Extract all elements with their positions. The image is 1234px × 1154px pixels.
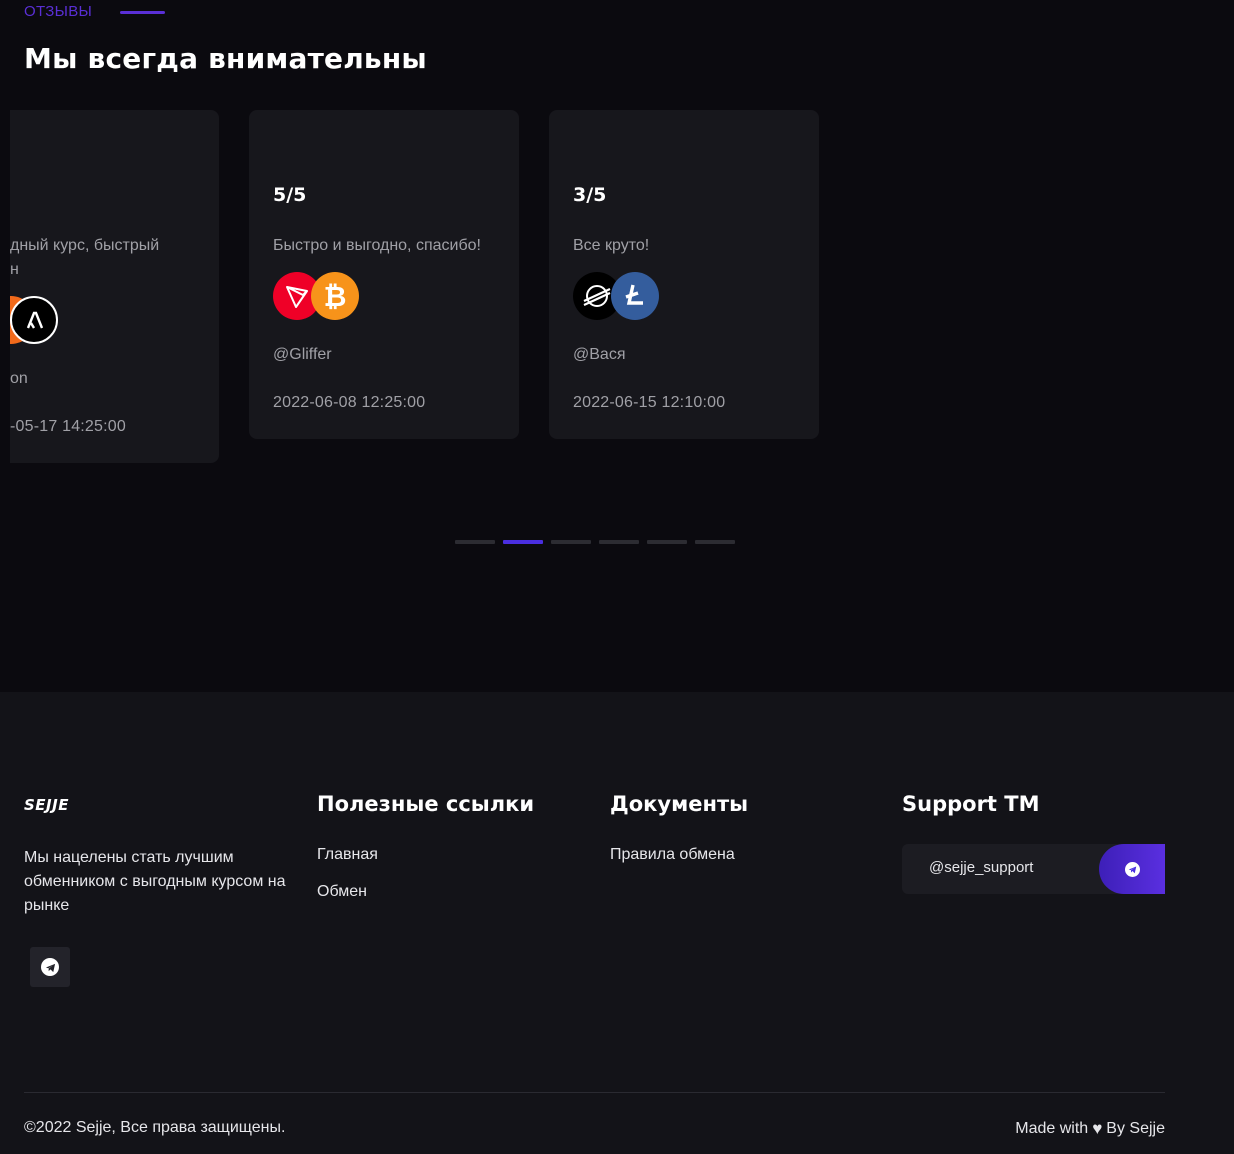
documents-title: Документы [610, 792, 749, 816]
footer-link-exchange[interactable]: Обмен [317, 883, 367, 901]
review-card: 5/5 Быстро и выгодно, спасибо! ₿ @Gliffe… [249, 110, 519, 439]
review-text: дный курс, быстрый н [10, 237, 160, 278]
algorand-icon [10, 296, 58, 344]
support-contact: @sejje_support [902, 844, 1165, 894]
support-telegram-button[interactable] [1099, 844, 1165, 894]
footer: SEJJE Мы нацелены стать лучшим обменнико… [0, 692, 1234, 1154]
pagination-dot[interactable] [599, 540, 639, 544]
copyright: ©2022 Sejje, Все права защищены. [24, 1119, 286, 1136]
review-text: Быстро и выгодно, спасибо! [273, 237, 481, 254]
footer-logo[interactable]: SEJJE [24, 796, 69, 814]
bitcoin-icon: ₿ [311, 272, 359, 320]
review-card: 3/5 Все круто! @Вася 2022-06-15 12:10:00 [549, 110, 819, 439]
support-title: Support TM [902, 792, 1040, 816]
made-with: Made with ♥ By Sejje [1015, 1119, 1165, 1139]
reviews-carousel[interactable]: дный курс, быстрый н on -05-17 14:25:00 … [10, 110, 1234, 470]
footer-description: Мы нацелены стать лучшим обменником с вы… [24, 849, 286, 914]
support-handle[interactable]: @sejje_support [929, 859, 1033, 876]
pagination-dot[interactable] [551, 540, 591, 544]
telegram-icon [41, 958, 59, 976]
footer-link-home[interactable]: Главная [317, 846, 378, 864]
carousel-pagination [455, 540, 735, 544]
heart-icon: ♥ [1092, 1119, 1103, 1138]
section-label: ОТЗЫВЫ [24, 3, 93, 20]
review-author: @Вася [573, 346, 626, 363]
pagination-dot[interactable] [695, 540, 735, 544]
review-card: дный курс, быстрый н on -05-17 14:25:00 [10, 110, 219, 463]
pagination-dot[interactable] [647, 540, 687, 544]
review-coins [10, 296, 77, 344]
review-author: on [10, 370, 28, 387]
review-text: Все круто! [573, 237, 650, 254]
made-with-prefix: Made with [1015, 1120, 1089, 1137]
review-rating: 5/5 [273, 184, 307, 206]
made-with-suffix[interactable]: By Sejje [1106, 1120, 1165, 1138]
footer-link-exchange-rules[interactable]: Правила обмена [610, 846, 735, 864]
review-author: @Gliffer [273, 346, 332, 363]
pagination-dot[interactable] [455, 540, 495, 544]
telegram-social-button[interactable] [30, 947, 70, 987]
review-coins [573, 272, 663, 320]
review-date: 2022-06-08 12:25:00 [273, 394, 426, 411]
review-date: -05-17 14:25:00 [10, 418, 126, 435]
section-label-line [120, 11, 165, 14]
review-coins: ₿ [273, 272, 363, 320]
litecoin-icon [611, 272, 659, 320]
footer-divider [24, 1092, 1165, 1093]
section-title: Мы всегда внимательны [24, 42, 427, 75]
pagination-dot[interactable] [503, 540, 543, 544]
useful-links-title: Полезные ссылки [317, 792, 535, 816]
telegram-icon [1124, 861, 1140, 877]
review-date: 2022-06-15 12:10:00 [573, 394, 726, 411]
review-rating: 3/5 [573, 184, 607, 206]
